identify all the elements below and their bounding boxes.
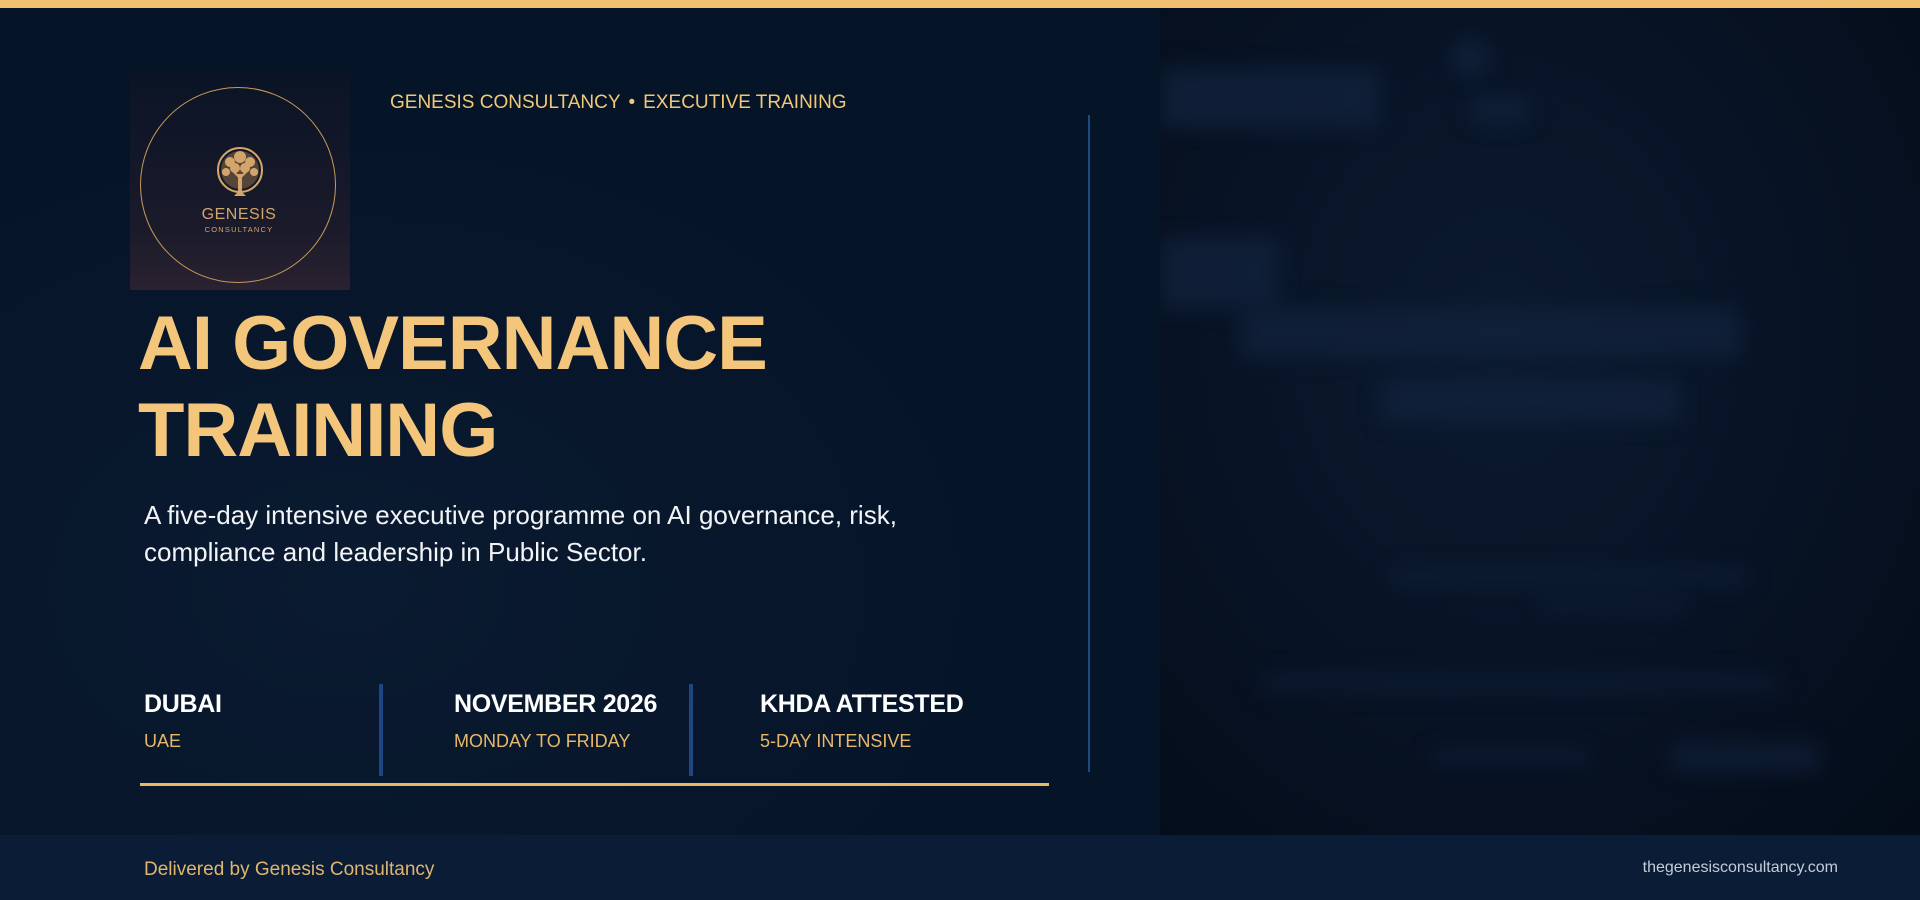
info-location: DUBAI UAE <box>144 690 222 752</box>
logo-subtitle: CONSULTANCY <box>204 225 274 234</box>
info-accreditation: KHDA ATTESTED 5-DAY INTENSIVE <box>760 690 964 752</box>
eyebrow-label: GENESIS CONSULTANCY • EXECUTIVE TRAINING <box>390 92 847 114</box>
eyebrow-separator: • <box>628 92 636 113</box>
info-divider <box>379 684 383 776</box>
info-underline <box>140 783 1049 786</box>
date-days: MONDAY TO FRIDAY <box>454 731 631 751</box>
blurred-background-panel <box>1160 8 1920 835</box>
eyebrow-category: EXECUTIVE TRAINING <box>643 92 847 113</box>
location-city: DUBAI <box>144 690 222 718</box>
programme-description: A five-day intensive executive programme… <box>144 500 897 567</box>
page-title: AI GOVERNANCE TRAINING <box>138 300 768 474</box>
accreditation-title: KHDA ATTESTED <box>760 690 964 718</box>
title-line-1: AI GOVERNANCE <box>138 301 768 386</box>
website-link[interactable]: thegenesisconsultancy.com <box>1643 859 1838 877</box>
tree-icon <box>217 147 263 196</box>
logo-wordmark: GENESIS <box>201 206 277 223</box>
footer-credit: Delivered by Genesis Consultancy <box>144 859 435 880</box>
top-accent-bar <box>0 0 1920 8</box>
vertical-divider <box>1088 115 1090 772</box>
logo-ring: GENESIS CONSULTANCY <box>140 87 336 283</box>
info-date: NOVEMBER 2026 MONDAY TO FRIDAY <box>454 690 657 752</box>
location-country: UAE <box>144 731 182 751</box>
title-line-2: TRAINING <box>138 388 498 473</box>
duration-label: 5-DAY INTENSIVE <box>760 731 912 751</box>
info-divider <box>689 684 693 776</box>
footer: Delivered by Genesis Consultancy thegene… <box>0 835 1920 900</box>
date-month: NOVEMBER 2026 <box>454 690 658 718</box>
eyebrow-company: GENESIS CONSULTANCY <box>390 92 621 113</box>
company-logo: GENESIS CONSULTANCY <box>130 70 350 290</box>
